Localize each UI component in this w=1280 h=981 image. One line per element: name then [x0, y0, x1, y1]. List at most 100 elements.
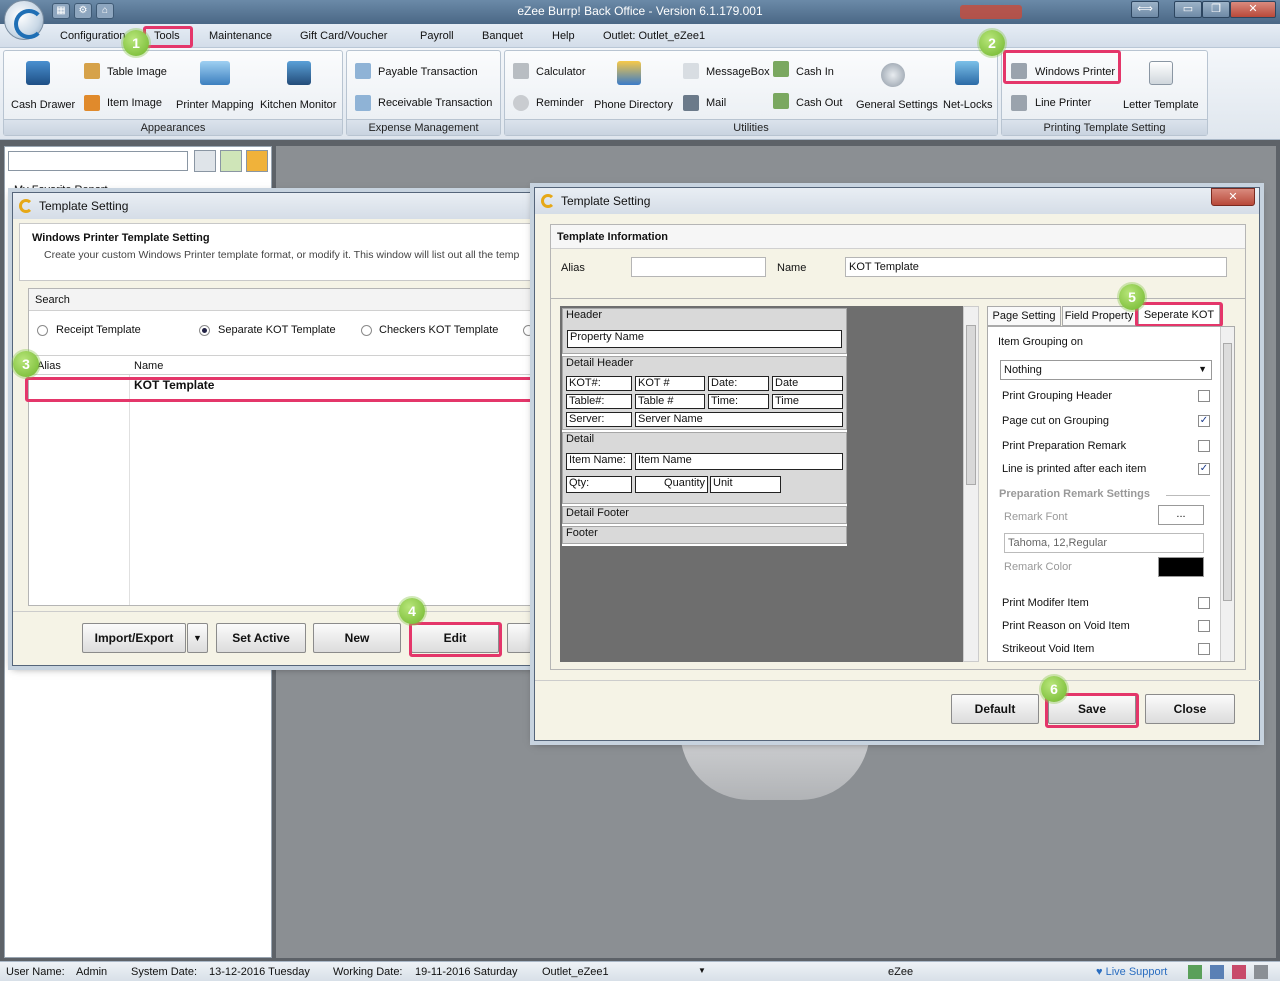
radio-checkers-kot-label[interactable]: Checkers KOT Template [379, 324, 498, 336]
calculator-button[interactable]: Calculator [536, 66, 586, 78]
status-icon-4[interactable] [1254, 965, 1268, 979]
cash-out-button[interactable]: Cash Out [796, 97, 842, 109]
field-date-label[interactable]: Date: [708, 376, 769, 391]
printer-mapping-button[interactable]: Printer Mapping [176, 99, 254, 111]
menu-help[interactable]: Help [552, 30, 575, 42]
resize-button[interactable]: ⟺ [1131, 1, 1159, 18]
mail-button[interactable]: Mail [706, 97, 726, 109]
cash-in-button[interactable]: Cash In [796, 66, 834, 78]
status-icon-3[interactable] [1232, 965, 1246, 979]
radio-more[interactable] [523, 325, 534, 336]
template-editor-dialog: Template Setting ✕ Template Information … [534, 187, 1261, 741]
field-time-label[interactable]: Time: [708, 394, 769, 409]
messagebox-button[interactable]: MessageBox [706, 66, 770, 78]
field-server-value[interactable]: Server Name [635, 412, 843, 427]
dropdown-arrow-icon[interactable]: ▼ [187, 623, 208, 653]
outlet-value[interactable]: Outlet_eZee1 [542, 966, 609, 978]
field-property-name[interactable]: Property Name [567, 330, 842, 348]
section-detail-footer[interactable]: Detail Footer [562, 506, 847, 524]
menu-gift-card[interactable]: Gift Card/Voucher [300, 30, 387, 42]
restore-button[interactable]: ❐ [1202, 1, 1230, 18]
print-reason-label: Print Reason on Void Item [1002, 620, 1130, 632]
radio-receipt-label[interactable]: Receipt Template [56, 324, 141, 336]
field-server-label[interactable]: Server: [566, 412, 632, 427]
print-modifier-checkbox[interactable] [1198, 597, 1210, 609]
alias-input[interactable] [631, 257, 766, 277]
props-scroll-thumb[interactable] [1223, 343, 1232, 601]
report-search-input[interactable] [8, 151, 188, 171]
group-label-appearances: Appearances [4, 119, 342, 135]
radio-separate-kot[interactable] [199, 325, 210, 336]
status-icon-1[interactable] [1188, 965, 1202, 979]
net-locks-button[interactable]: Net-Locks [943, 99, 993, 111]
menu-banquet[interactable]: Banquet [482, 30, 523, 42]
table-image-button[interactable]: Table Image [107, 66, 167, 78]
calendar-icon[interactable] [194, 150, 216, 172]
field-item-label[interactable]: Item Name: [566, 453, 632, 470]
status-icon-2[interactable] [1210, 965, 1224, 979]
menu-maintenance[interactable]: Maintenance [209, 30, 272, 42]
grouping-select-value: Nothing [1004, 364, 1042, 376]
radio-receipt[interactable] [37, 325, 48, 336]
dialog2-close-icon[interactable]: ✕ [1211, 188, 1255, 206]
radio-checkers-kot[interactable] [361, 325, 372, 336]
field-qty-label[interactable]: Qty: [566, 476, 632, 493]
field-kot-value[interactable]: KOT # [635, 376, 705, 391]
designer-scrollbar[interactable] [963, 306, 979, 662]
line-printer-button[interactable]: Line Printer [1035, 97, 1091, 109]
section-detail-header-label: Detail Header [566, 357, 634, 369]
field-time-value[interactable]: Time [772, 394, 843, 409]
tab-field-property[interactable]: Field Property [1062, 306, 1136, 326]
refresh-icon[interactable] [220, 150, 242, 172]
general-settings-button[interactable]: General Settings [856, 99, 938, 111]
close-dialog-button[interactable]: Close [1145, 694, 1235, 724]
close-button[interactable]: ✕ [1230, 1, 1276, 18]
reminder-button[interactable]: Reminder [536, 97, 584, 109]
tab-page-setting[interactable]: Page Setting [987, 306, 1061, 326]
field-item-value[interactable]: Item Name [635, 453, 843, 470]
menu-outlet[interactable]: Outlet: Outlet_eZee1 [603, 30, 705, 42]
props-scrollbar[interactable] [1220, 327, 1234, 661]
dialog1-list-area: Search Receipt Template Separate KOT Tem… [28, 288, 539, 606]
field-kot-label[interactable]: KOT#: [566, 376, 632, 391]
highlight-windows-printer [1003, 50, 1121, 84]
receivable-transaction-button[interactable]: Receivable Transaction [378, 97, 492, 109]
live-support-link[interactable]: ♥ Live Support [1096, 966, 1167, 978]
field-unit-value[interactable]: Unit [710, 476, 781, 493]
step-badge-4: 4 [399, 598, 425, 624]
print-grouping-header-checkbox[interactable] [1198, 390, 1210, 402]
menu-payroll[interactable]: Payroll [420, 30, 454, 42]
chevron-down-icon[interactable]: ▼ [698, 966, 706, 975]
menu-configuration[interactable]: Configuration [60, 30, 125, 42]
print-prep-checkbox[interactable] [1198, 440, 1210, 452]
set-active-button[interactable]: Set Active [216, 623, 306, 653]
grouping-select[interactable]: Nothing ▼ [1000, 360, 1212, 380]
new-button[interactable]: New [313, 623, 401, 653]
name-input[interactable]: KOT Template [845, 257, 1227, 277]
minimize-button[interactable]: ▭ [1174, 1, 1202, 18]
payable-transaction-button[interactable]: Payable Transaction [378, 66, 478, 78]
kitchen-monitor-button[interactable]: Kitchen Monitor [260, 99, 336, 111]
remark-color-swatch[interactable] [1158, 557, 1204, 577]
page-cut-checkbox[interactable]: ✓ [1198, 415, 1210, 427]
phone-directory-button[interactable]: Phone Directory [594, 99, 673, 111]
radio-separate-kot-label[interactable]: Separate KOT Template [218, 324, 336, 336]
field-date-value[interactable]: Date [772, 376, 843, 391]
default-button[interactable]: Default [951, 694, 1039, 724]
designer-scroll-thumb[interactable] [966, 325, 976, 485]
strikeout-checkbox[interactable] [1198, 643, 1210, 655]
letter-template-button[interactable]: Letter Template [1123, 99, 1199, 111]
line-printed-checkbox[interactable]: ✓ [1198, 463, 1210, 475]
cash-drawer-button[interactable]: Cash Drawer [11, 99, 75, 111]
item-image-button[interactable]: Item Image [107, 97, 162, 109]
print-reason-checkbox[interactable] [1198, 620, 1210, 632]
remark-font-value: Tahoma, 12,Regular [1004, 533, 1204, 553]
field-table-label[interactable]: Table#: [566, 394, 632, 409]
sort-az-icon[interactable] [246, 150, 268, 172]
field-qty-value[interactable]: Quantity [635, 476, 708, 493]
remark-font-button[interactable]: ... [1158, 505, 1204, 525]
field-table-value[interactable]: Table # [635, 394, 705, 409]
section-footer[interactable]: Footer [562, 526, 847, 544]
app-logo[interactable] [4, 0, 44, 40]
import-export-button[interactable]: Import/Export [82, 623, 186, 653]
